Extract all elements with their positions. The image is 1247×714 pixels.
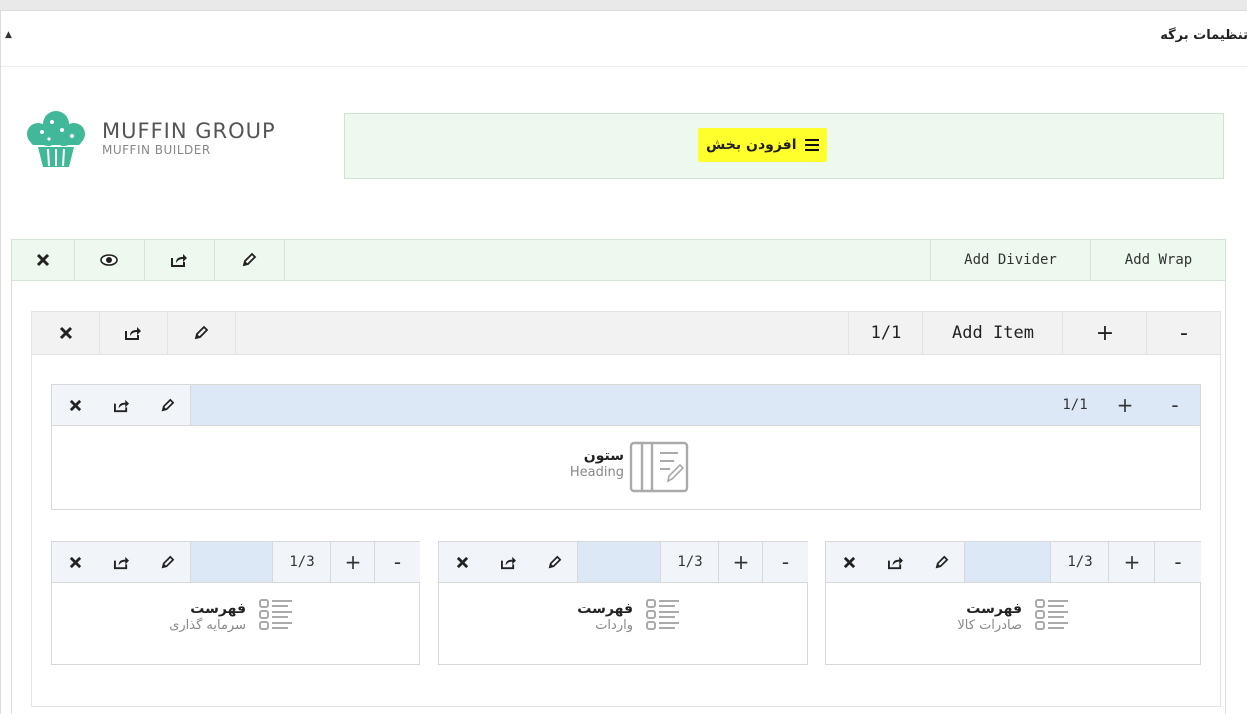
pencil-icon	[935, 555, 948, 568]
list-item-text: فهرست واردات	[577, 600, 633, 634]
column-icon	[629, 441, 689, 493]
eye-icon	[100, 254, 118, 266]
section-hide-button[interactable]	[74, 240, 145, 280]
list-item-body: فهرست واردات	[439, 583, 807, 664]
add-item-button[interactable]: Add Item	[922, 312, 1063, 354]
export-icon	[125, 327, 141, 340]
list-item-export-button[interactable]	[872, 542, 919, 582]
close-icon	[69, 556, 81, 568]
wrap-decrease-button[interactable]: -	[1146, 312, 1221, 354]
heading-item: 1/1 + - ستون Heading	[51, 384, 1201, 510]
list-item-delete-button[interactable]	[439, 542, 486, 582]
list-item: 1/3 + - فهرست سرمایه گذاری	[51, 541, 420, 665]
menu-icon	[804, 139, 819, 151]
wrap: 1/1 Add Item + - 1/1 + - ستون Heading 1/…	[31, 311, 1221, 707]
section-toolbar: Add Divider Add Wrap	[12, 240, 1225, 281]
list-item-increase-button[interactable]: +	[330, 542, 375, 582]
list-item-title: فهرست	[966, 601, 1022, 617]
add-section-label: افزودن بخش	[706, 137, 797, 153]
heading-delete-button[interactable]	[52, 385, 99, 425]
export-icon	[887, 556, 903, 569]
list-item-size-label: 1/3	[660, 542, 719, 582]
list-icon	[646, 599, 679, 630]
list-item-toolbar: 1/3 + -	[52, 542, 420, 583]
list-item: 1/3 + - فهرست واردات	[438, 541, 808, 665]
list-item-text: فهرست صادرات کالا	[957, 600, 1022, 634]
heading-increase-button[interactable]: +	[1100, 385, 1150, 425]
close-icon	[69, 399, 81, 411]
list-item-title: فهرست	[577, 601, 633, 617]
heading-decrease-button[interactable]: -	[1150, 385, 1200, 425]
heading-item-title: ستون	[583, 448, 624, 464]
heading-item-text: ستون Heading	[570, 447, 624, 481]
export-icon	[113, 399, 129, 412]
list-item-subtitle: سرمایه گذاری	[169, 618, 246, 633]
collapse-toggle-icon[interactable]: ▲	[5, 30, 12, 40]
panel-title: تنظیمات برگه	[1160, 28, 1247, 43]
list-item-toolbar: 1/3 + -	[439, 542, 808, 583]
list-item-increase-button[interactable]: +	[718, 542, 763, 582]
pencil-icon	[242, 252, 257, 267]
pencil-icon	[161, 398, 174, 411]
add-divider-button[interactable]: Add Divider	[930, 240, 1090, 280]
logo-subtitle: MUFFIN BUILDER	[102, 143, 211, 157]
close-icon	[843, 556, 855, 568]
list-icon	[1035, 599, 1068, 630]
section-edit-button[interactable]	[214, 240, 285, 280]
list-item-export-button[interactable]	[485, 542, 532, 582]
list-item-toolbar: 1/3 + -	[826, 542, 1201, 583]
list-item-title: فهرست	[190, 601, 246, 617]
close-icon	[36, 253, 50, 267]
panel-header: ▲ تنظیمات برگه	[1, 11, 1247, 67]
pencil-icon	[161, 555, 174, 568]
list-item-delete-button[interactable]	[52, 542, 99, 582]
add-section-button[interactable]: افزودن بخش	[698, 128, 827, 162]
export-icon	[113, 556, 129, 569]
list-item-edit-button[interactable]	[144, 542, 191, 582]
list-item-subtitle: صادرات کالا	[957, 618, 1022, 633]
add-section-area: افزودن بخش	[344, 113, 1224, 179]
close-icon	[456, 556, 468, 568]
section-delete-button[interactable]	[12, 240, 75, 280]
section: Add Divider Add Wrap 1/1 Add Item + - 1/…	[11, 239, 1226, 714]
export-icon	[500, 556, 516, 569]
logo-title: MUFFIN GROUP	[102, 119, 276, 143]
list-item-size-label: 1/3	[272, 542, 331, 582]
list-item-text: فهرست سرمایه گذاری	[169, 600, 246, 634]
wrap-toolbar: 1/1 Add Item + -	[32, 312, 1220, 355]
add-wrap-button[interactable]: Add Wrap	[1090, 240, 1226, 280]
heading-item-body: ستون Heading	[52, 426, 1200, 509]
list-item-subtitle: واردات	[595, 618, 633, 633]
list-item-edit-button[interactable]	[531, 542, 578, 582]
list-item-export-button[interactable]	[98, 542, 145, 582]
list-item: 1/3 + - فهرست صادرات کالا	[825, 541, 1201, 665]
wrap-increase-button[interactable]: +	[1062, 312, 1147, 354]
heading-size-label: 1/1	[1062, 397, 1088, 413]
pencil-icon	[548, 555, 561, 568]
list-item-delete-button[interactable]	[826, 542, 873, 582]
list-item-decrease-button[interactable]: -	[1154, 542, 1201, 582]
wrap-size-label: 1/1	[848, 312, 923, 354]
list-item-decrease-button[interactable]: -	[374, 542, 420, 582]
muffin-logo-icon	[27, 111, 85, 167]
close-icon	[59, 326, 72, 340]
list-item-size-label: 1/3	[1050, 542, 1109, 582]
list-item-decrease-button[interactable]: -	[762, 542, 808, 582]
heading-item-toolbar: 1/1 + -	[52, 385, 1200, 426]
heading-export-button[interactable]	[98, 385, 145, 425]
wrap-edit-button[interactable]	[167, 312, 236, 354]
heading-item-subtitle: Heading	[569, 465, 624, 480]
wrap-delete-button[interactable]	[32, 312, 100, 354]
export-icon	[171, 254, 187, 267]
muffin-logo: MUFFIN GROUP MUFFIN BUILDER	[22, 110, 322, 170]
heading-edit-button[interactable]	[144, 385, 191, 425]
list-icon	[259, 599, 292, 630]
pencil-icon	[194, 325, 209, 340]
section-export-button[interactable]	[144, 240, 215, 280]
list-item-increase-button[interactable]: +	[1108, 542, 1155, 582]
list-item-body: فهرست سرمایه گذاری	[52, 583, 419, 664]
list-item-edit-button[interactable]	[918, 542, 965, 582]
list-item-body: فهرست صادرات کالا	[826, 583, 1200, 664]
wrap-export-button[interactable]	[99, 312, 168, 354]
